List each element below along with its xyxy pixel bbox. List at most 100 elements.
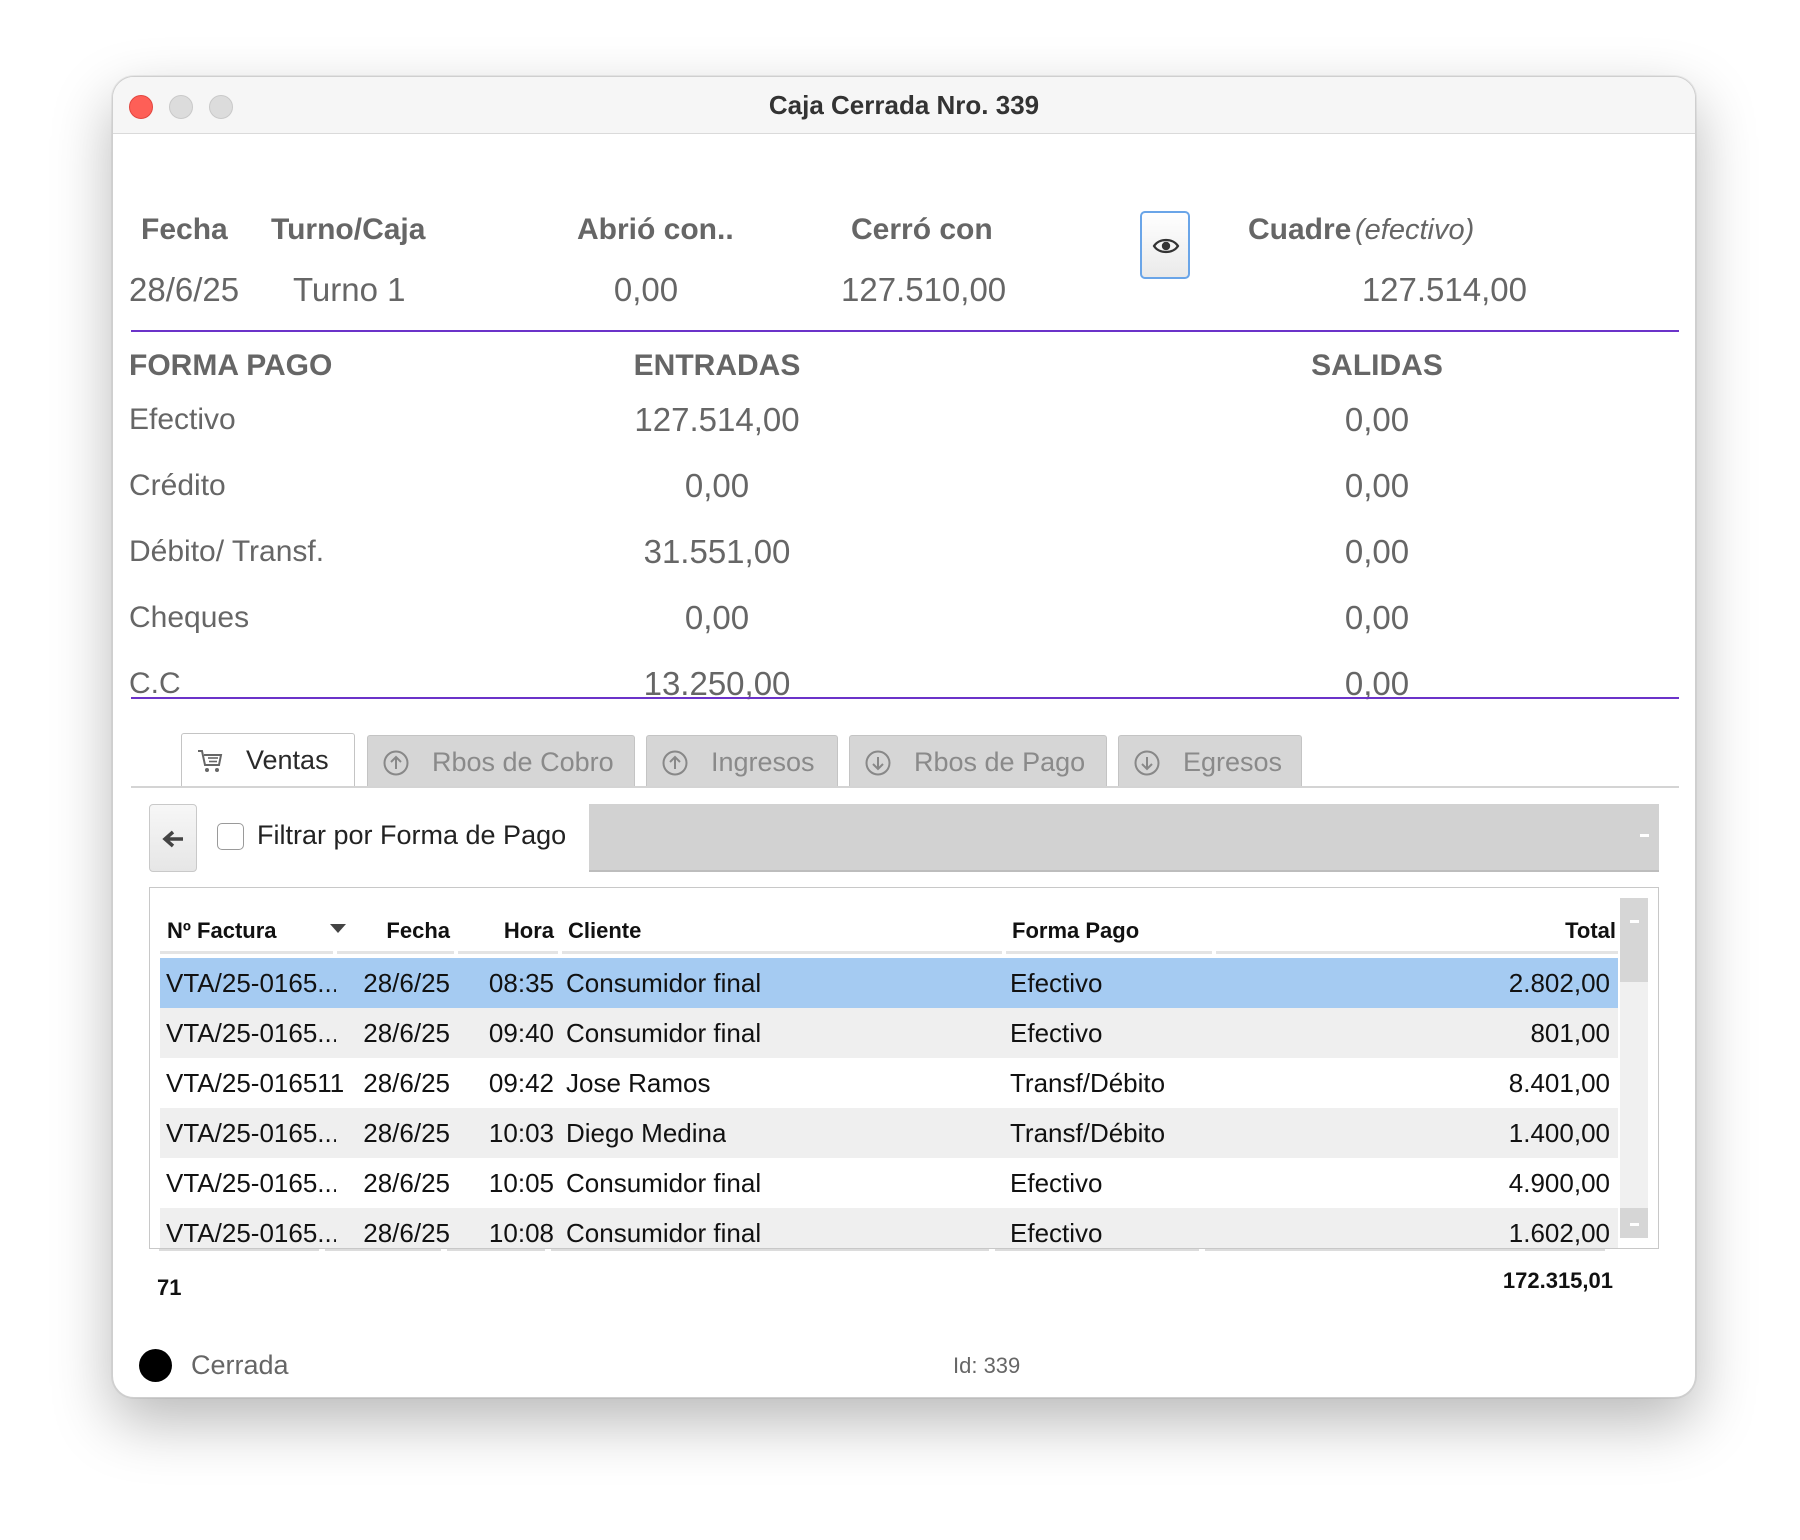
ventas-table[interactable]: Nº Factura Fecha Hora Cliente Forma Pago… <box>149 887 1659 1249</box>
arrow-up-circle-icon <box>662 750 688 776</box>
cell-hora: 08:35 <box>488 968 554 998</box>
cell-total: 801,00 <box>1530 1018 1610 1048</box>
scroll-thumb[interactable] <box>1620 898 1648 982</box>
cell-factura: VTA/25-0165... <box>166 968 336 998</box>
cell-hora: 10:05 <box>488 1168 554 1198</box>
cell-cliente: Diego Medina <box>566 1118 727 1148</box>
select-indicator-icon <box>1640 834 1649 837</box>
cell-fecha: 28/6/25 <box>363 1018 450 1048</box>
payment-entradas-credito: 0,00 <box>684 467 750 504</box>
header-divider <box>458 951 558 954</box>
col-header-hora[interactable]: Hora <box>470 918 554 944</box>
col-header-fecha[interactable]: Fecha <box>350 918 450 944</box>
footer-divider <box>159 1249 319 1251</box>
cell-cliente: Consumidor final <box>566 1168 762 1198</box>
abrio-header: Abrió con.. <box>577 213 734 246</box>
header-divider <box>562 951 1002 954</box>
table-row[interactable]: VTA/25-0165... 28/6/25 10:03 Diego Medin… <box>160 1108 1618 1158</box>
forma-pago-select[interactable] <box>589 804 1659 872</box>
arrow-down-circle-icon <box>1134 750 1160 776</box>
arrow-up-circle-icon <box>383 750 409 776</box>
cell-total: 1.400,00 <box>1508 1118 1610 1148</box>
cell-hora: 09:40 <box>488 1018 554 1048</box>
cell-factura: VTA/25-0165... <box>166 1168 336 1198</box>
tab-rbos-cobro[interactable]: Rbos de Cobro <box>367 735 635 787</box>
cell-fecha: 28/6/25 <box>363 1168 450 1198</box>
scroll-down-icon <box>1630 1223 1639 1226</box>
table-row[interactable]: VTA/25-0165... 28/6/25 10:05 Consumidor … <box>160 1158 1618 1208</box>
summary-separator <box>131 330 1679 332</box>
cell-total: 8.401,00 <box>1508 1068 1610 1098</box>
cuadre-header: Cuadre <box>1248 213 1352 246</box>
cuadre-note: (efectivo) <box>1355 214 1475 246</box>
table-row[interactable]: VTA/25-0165... 28/6/25 10:08 Consumidor … <box>160 1208 1618 1248</box>
cell-forma-pago: Transf/Débito <box>1010 1118 1166 1148</box>
footer-divider <box>325 1249 441 1251</box>
entradas-header: ENTRADAS <box>633 349 801 382</box>
tab-rbos-cobro-label: Rbos de Cobro <box>432 747 614 777</box>
filter-checkbox[interactable] <box>217 823 244 850</box>
cell-fecha: 28/6/25 <box>363 1068 450 1098</box>
cell-hora: 10:03 <box>488 1118 554 1148</box>
arrow-left-icon <box>162 830 183 848</box>
tab-ingresos-label: Ingresos <box>711 747 815 777</box>
col-header-cliente[interactable]: Cliente <box>568 918 641 944</box>
table-row[interactable]: VTA/25-0165... 28/6/25 09:40 Consumidor … <box>160 1008 1618 1058</box>
cell-factura: VTA/25-0165... <box>166 1118 336 1148</box>
tab-baseline <box>131 786 1679 788</box>
payment-label-cheques: Cheques <box>129 601 250 634</box>
back-button[interactable] <box>149 804 197 872</box>
sort-down-icon[interactable] <box>330 924 346 933</box>
cell-forma-pago: Transf/Débito <box>1010 1068 1166 1098</box>
header-divider <box>160 951 333 954</box>
status-label: Cerrada <box>191 1350 289 1380</box>
payment-label-efectivo: Efectivo <box>129 403 236 436</box>
tab-egresos[interactable]: Egresos <box>1118 735 1302 787</box>
tab-ventas-label: Ventas <box>246 745 329 775</box>
cell-factura: VTA/25-0165... <box>166 1218 336 1248</box>
cerro-header: Cerró con <box>851 213 993 246</box>
col-header-factura[interactable]: Nº Factura <box>167 918 277 944</box>
col-header-forma-pago[interactable]: Forma Pago <box>1012 918 1139 944</box>
tab-ventas[interactable]: Ventas <box>181 733 355 787</box>
table-scrollbar[interactable] <box>1620 898 1648 1238</box>
col-header-total[interactable]: Total <box>1316 918 1616 944</box>
cell-total: 4.900,00 <box>1508 1168 1610 1198</box>
cell-cliente: Consumidor final <box>566 1218 762 1248</box>
cell-forma-pago: Efectivo <box>1010 968 1103 998</box>
header-divider <box>1216 951 1618 954</box>
payment-entradas-cheques: 0,00 <box>684 599 750 636</box>
cell-hora: 10:08 <box>488 1218 554 1248</box>
turno-header: Turno/Caja <box>271 213 426 246</box>
arrow-down-circle-icon <box>865 750 891 776</box>
forma-pago-header: FORMA PAGO <box>129 349 333 382</box>
cell-cliente: Consumidor final <box>566 1018 762 1048</box>
cell-total: 1.602,00 <box>1508 1218 1610 1248</box>
payment-label-credito: Crédito <box>129 469 226 502</box>
filter-checkbox-label[interactable]: Filtrar por Forma de Pago <box>257 820 566 851</box>
show-detail-button[interactable] <box>1140 211 1190 279</box>
table-row[interactable]: VTA/25-0165... 28/6/25 08:35 Consumidor … <box>160 958 1618 1008</box>
row-count: 71 <box>157 1275 182 1300</box>
cart-icon <box>198 750 223 772</box>
cell-cliente: Consumidor final <box>566 968 762 998</box>
scroll-up-icon <box>1630 920 1639 923</box>
table-row[interactable]: VTA/25-016511 28/6/25 09:42 Jose Ramos T… <box>160 1058 1618 1108</box>
tab-ingresos[interactable]: Ingresos <box>646 735 838 787</box>
payment-label-debito: Débito/ Transf. <box>129 535 325 568</box>
payments-separator <box>131 697 1679 699</box>
window-title: Caja Cerrada Nro. 339 <box>768 90 1040 120</box>
fecha-header: Fecha <box>141 213 228 246</box>
tab-rbos-pago[interactable]: Rbos de Pago <box>849 735 1107 787</box>
fecha-value: 28/6/25 <box>129 271 240 308</box>
cuadre-value: 127.514,00 <box>1361 271 1527 308</box>
cell-factura: VTA/25-0165... <box>166 1018 336 1048</box>
payment-salidas-cheques: 0,00 <box>1344 599 1410 636</box>
payment-salidas-efectivo: 0,00 <box>1344 401 1410 438</box>
footer-divider <box>1205 1249 1605 1251</box>
record-id: Id: 339 <box>953 1353 1021 1378</box>
payment-entradas-efectivo: 127.514,00 <box>634 401 800 438</box>
abrio-value: 0,00 <box>613 271 679 308</box>
payment-entradas-debito: 31.551,00 <box>643 533 791 570</box>
salidas-header: SALIDAS <box>1311 349 1443 382</box>
